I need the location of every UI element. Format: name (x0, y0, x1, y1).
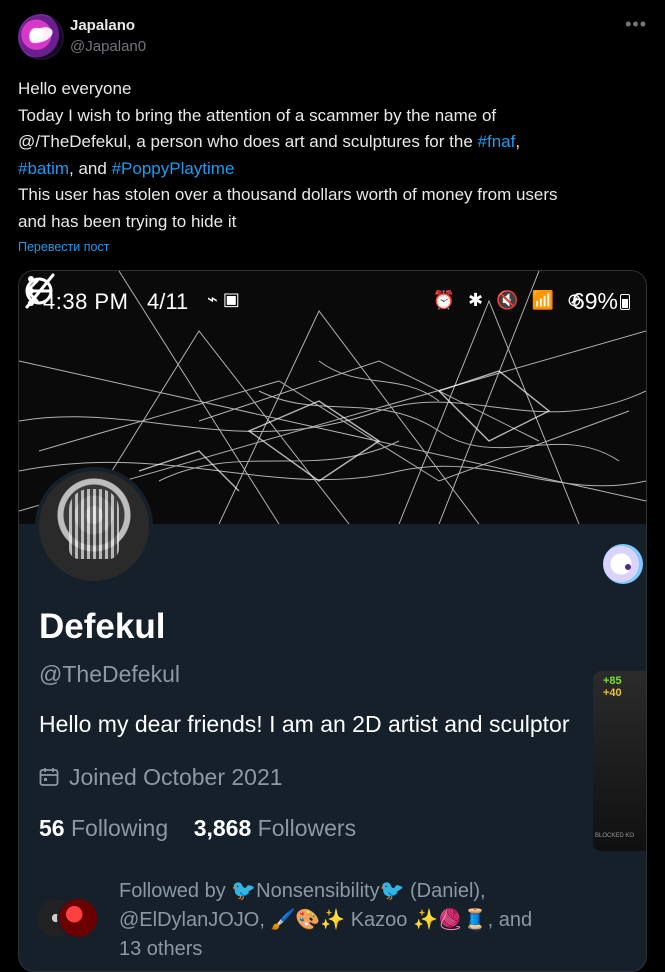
followers-label[interactable]: Followers (258, 815, 356, 841)
post-header: Japalano @Japalan0 ••• (18, 14, 647, 62)
follow-stats: 56 Following 3,868 Followers (39, 815, 356, 842)
notification-icons: ⌁ ▣ (207, 289, 240, 309)
floating-bubble-icon[interactable] (603, 544, 643, 584)
post-text-segment: , and (69, 158, 112, 178)
post-text-segment: , (515, 132, 521, 151)
post-text-line: and has been trying to hide it (18, 209, 638, 236)
attached-screenshot[interactable]: 4:38 PM 4/11 ⌁ ▣ ⏰ ✱ 🔇 📶 ⊘ 69% Defekul @… (18, 270, 647, 972)
followed-by-avatars (35, 897, 115, 941)
popup-score-2: +40 (603, 687, 622, 699)
avatar (57, 897, 99, 939)
post-text: Hello everyone Today I wish to bring the … (18, 76, 638, 235)
post-text-segment: Today I wish to bring the attention of a… (18, 105, 497, 125)
post-text-line: @/TheDefekul, a person who does art and … (18, 129, 638, 156)
post-text-line: #batim, and #PoppyPlaytime (18, 156, 638, 183)
hashtag-link[interactable]: #batim (18, 159, 69, 178)
more-options-icon[interactable]: ••• (625, 14, 647, 35)
popup-score-1: +85 (603, 675, 622, 687)
system-status-icons: ⏰ ✱ 🔇 📶 ⊘ (432, 290, 586, 310)
post-text-segment: @/TheDefekul, a person who does art and … (18, 132, 478, 151)
profile-bio: Hello my dear friends! I am an 2D artist… (39, 711, 570, 737)
battery-icon (620, 294, 630, 310)
post-text-segment: Hello everyone (18, 79, 132, 98)
post-text-segment: This user has stolen over a thousand dol… (18, 185, 558, 204)
kebab-menu-icon[interactable] (19, 271, 43, 311)
joined-date: Joined October 2021 (39, 764, 283, 791)
profile-handle: @TheDefekul (39, 661, 180, 687)
calendar-icon (39, 768, 59, 786)
author-name[interactable]: Japalano (70, 17, 135, 34)
phone-status-bar: 4:38 PM 4/11 ⌁ ▣ ⏰ ✱ 🔇 📶 ⊘ 69% (19, 271, 646, 331)
status-date: 4/11 (147, 289, 189, 314)
translate-post-link[interactable]: Перевести пост (18, 240, 109, 254)
profile-name: Defekul (39, 607, 166, 646)
post-text-line: This user has stolen over a thousand dol… (18, 182, 638, 209)
battery-percentage: 69% (571, 288, 618, 314)
following-count[interactable]: 56 (39, 815, 65, 841)
author-avatar[interactable] (18, 14, 64, 60)
post-text-line: Hello everyone (18, 76, 638, 103)
profile-avatar[interactable] (35, 467, 153, 585)
author-handle[interactable]: @Japalan0 (70, 38, 146, 55)
followers-count[interactable]: 3,868 (194, 815, 252, 841)
game-overlay-popup: +85 +40 BLOCKED KO (593, 671, 646, 851)
popup-caption: BLOCKED KO (595, 833, 635, 839)
joined-label: Joined October 2021 (69, 764, 283, 790)
following-label[interactable]: Following (71, 815, 168, 841)
post-text-line: Today I wish to bring the attention of a… (18, 103, 638, 130)
hashtag-link[interactable]: #fnaf (478, 132, 516, 151)
post-text-segment: and has been trying to hide it (18, 211, 237, 231)
followed-by-text[interactable]: Followed by 🐦Nonsensibility🐦 (Daniel), @… (119, 877, 559, 964)
hashtag-link[interactable]: #PoppyPlaytime (112, 159, 235, 178)
